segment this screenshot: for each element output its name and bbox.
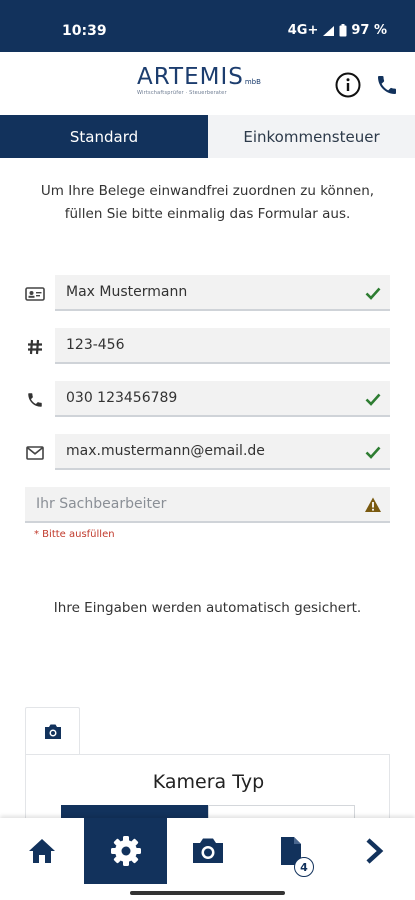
status-bar: 10:39 4G+ 97 % — [0, 0, 415, 52]
info-icon — [335, 72, 361, 98]
nav-camera[interactable] — [166, 818, 249, 884]
intro-text: Um Ihre Belege einwandfrei zuordnen zu k… — [40, 183, 375, 222]
logo-word: ARTEMIS — [137, 64, 244, 90]
nav-next[interactable] — [332, 818, 415, 884]
camera-panel: Kamera Typ — [25, 754, 390, 824]
tab-standard[interactable]: Standard — [0, 115, 208, 158]
hash-icon — [25, 337, 45, 357]
sachbearbeiter-error: * Bitte ausfüllen — [34, 529, 115, 540]
tab-einkommensteuer[interactable]: Einkommensteuer — [208, 115, 415, 158]
check-icon — [365, 393, 381, 406]
call-button[interactable] — [373, 71, 401, 99]
battery-icon — [339, 24, 347, 37]
status-time: 10:39 — [62, 23, 107, 39]
check-icon — [365, 446, 381, 459]
form-tabs: Standard Einkommensteuer — [0, 115, 415, 158]
info-button[interactable] — [334, 71, 362, 99]
status-indicators: 4G+ 97 % — [288, 23, 387, 38]
phone-field[interactable]: 030 123456789 — [55, 381, 390, 417]
home-indicator — [130, 891, 285, 895]
email-row: max.mustermann@email.de — [25, 434, 390, 472]
name-value: Max Mustermann — [66, 284, 188, 300]
camera-section-tab[interactable] — [25, 707, 80, 755]
nav-home[interactable] — [0, 818, 83, 884]
nav-documents[interactable]: 4 — [249, 818, 332, 884]
settings-icon — [110, 836, 141, 866]
sachbearbeiter-row: Ihr Sachbearbeiter — [25, 487, 390, 525]
camera-icon — [192, 838, 223, 863]
email-field[interactable]: max.mustermann@email.de — [55, 434, 390, 470]
signal-icon — [323, 25, 335, 36]
logo-suffix: mbB — [244, 78, 261, 86]
email-value: max.mustermann@email.de — [66, 443, 265, 459]
name-row: Max Mustermann — [25, 275, 390, 313]
artemis-logo: ARTEMISmbB Wirtschaftsprüfer · Steuerber… — [137, 65, 287, 96]
number-row: 123-456 — [25, 328, 390, 366]
phone-row: 030 123456789 — [25, 381, 390, 419]
number-field[interactable]: 123-456 — [55, 328, 390, 364]
mail-icon — [25, 443, 45, 463]
bottom-nav: 4 — [0, 818, 415, 900]
home-icon — [28, 839, 55, 863]
id-card-icon — [25, 284, 45, 304]
camera-type-title: Kamera Typ — [152, 771, 265, 793]
phone-icon — [378, 76, 396, 94]
next-icon — [365, 838, 383, 864]
sachbearbeiter-placeholder: Ihr Sachbearbeiter — [36, 496, 167, 512]
logo-subtitle: Wirtschaftsprüfer · Steuerberater — [137, 90, 227, 96]
battery-percent: 97 % — [351, 23, 387, 38]
phone-value: 030 123456789 — [66, 390, 178, 406]
phone-field-icon — [25, 390, 45, 410]
documents-badge: 4 — [294, 857, 314, 877]
network-label: 4G+ — [287, 23, 319, 38]
number-value: 123-456 — [66, 337, 125, 353]
nav-settings[interactable] — [84, 818, 167, 884]
camera-icon — [44, 724, 61, 739]
autosave-note: Ihre Eingaben werden automatisch gesiche… — [53, 600, 362, 616]
app-header: ARTEMISmbB Wirtschaftsprüfer · Steuerber… — [0, 52, 415, 115]
warning-icon — [365, 497, 381, 512]
sachbearbeiter-field[interactable]: Ihr Sachbearbeiter — [25, 487, 390, 523]
name-field[interactable]: Max Mustermann — [55, 275, 390, 311]
check-icon — [365, 287, 381, 300]
